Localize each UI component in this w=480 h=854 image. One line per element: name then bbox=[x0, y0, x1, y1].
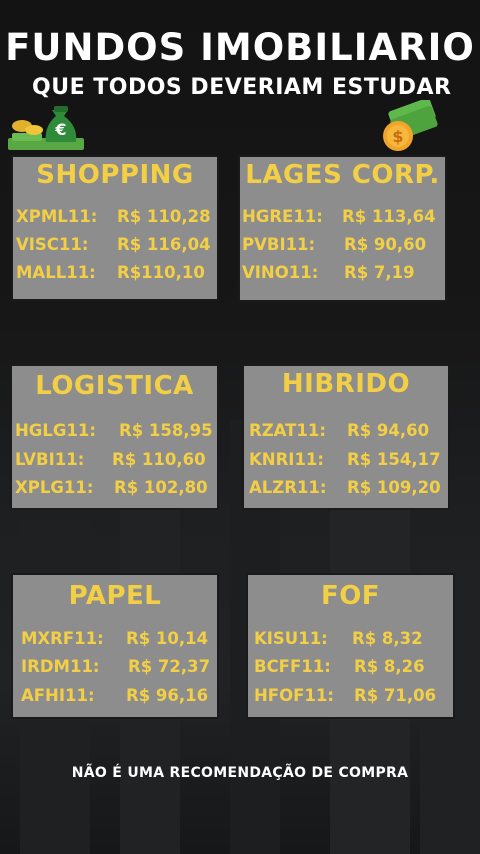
fund-price: R$ 72,37 bbox=[128, 657, 211, 676]
fund-ticker: XPML11: bbox=[16, 207, 98, 226]
fund-ticker: ALZR11: bbox=[249, 478, 327, 497]
fund-price: R$ 8,26 bbox=[354, 657, 425, 676]
fund-row: PVBI11: R$ 90,60 bbox=[240, 235, 445, 259]
fund-ticker: RZAT11: bbox=[249, 421, 326, 440]
fund-price: R$ 113,64 bbox=[342, 207, 436, 226]
fund-price: R$ 7,19 bbox=[344, 263, 415, 282]
euro-glyph: € bbox=[54, 120, 66, 139]
fund-price: R$ 116,04 bbox=[117, 235, 211, 254]
fund-row: HGLG11: R$ 158,95 bbox=[12, 421, 217, 445]
card-title: FOF bbox=[320, 581, 381, 611]
card-logistica: LOGISTICA HGLG11: R$ 158,95 LVBI11: R$ 1… bbox=[12, 366, 217, 508]
card-title: SHOPPING bbox=[36, 160, 194, 190]
fund-row: MXRF11: R$ 10,14 bbox=[13, 629, 217, 653]
card-title: PAPEL bbox=[68, 581, 162, 611]
fund-ticker: HGLG11: bbox=[15, 421, 96, 440]
card-fof: FOF KISU11: R$ 8,32 BCFF11: R$ 8,26 HFOF… bbox=[248, 575, 453, 717]
card-hibrido: HIBRIDO RZAT11: R$ 94,60 KNRI11: R$ 154,… bbox=[244, 366, 448, 508]
fund-price: R$ 71,06 bbox=[354, 686, 437, 705]
fund-ticker: KISU11: bbox=[254, 629, 328, 648]
fund-row: BCFF11: R$ 8,26 bbox=[248, 657, 453, 681]
disclaimer: NÃO É UMA RECOMENDAÇÃO DE COMPRA bbox=[71, 765, 409, 781]
fund-price: R$110,10 bbox=[117, 263, 205, 282]
fund-row: MALL11: R$110,10 bbox=[13, 263, 217, 287]
card-lages-corp: LAGES CORP. HGRE11: R$ 113,64 PVBI11: R$… bbox=[240, 157, 445, 300]
card-title: LOGISTICA bbox=[35, 371, 194, 401]
fund-row: ALZR11: R$ 109,20 bbox=[244, 478, 448, 502]
fund-row: KISU11: R$ 8,32 bbox=[248, 629, 453, 653]
fund-ticker: KNRI11: bbox=[249, 450, 324, 469]
fund-row: XPML11: R$ 110,28 bbox=[13, 207, 217, 231]
fund-row: KNRI11: R$ 154,17 bbox=[244, 450, 448, 474]
fund-row: HGRE11: R$ 113,64 bbox=[240, 207, 445, 231]
card-title: LAGES CORP. bbox=[245, 160, 440, 190]
fund-ticker: VINO11: bbox=[242, 263, 319, 282]
fund-ticker: VISC11: bbox=[16, 235, 89, 254]
fund-price: R$ 8,32 bbox=[352, 629, 423, 648]
fund-row: AFHI11: R$ 96,16 bbox=[13, 686, 217, 710]
fund-ticker: XPLG11: bbox=[15, 478, 94, 497]
fund-row: HFOF11: R$ 71,06 bbox=[248, 686, 453, 710]
fund-ticker: IRDM11: bbox=[21, 657, 100, 676]
fund-price: R$ 109,20 bbox=[347, 478, 441, 497]
money-dollar-icon: $ bbox=[374, 97, 438, 154]
fund-row: XPLG11: R$ 102,80 bbox=[12, 478, 217, 502]
card-papel: PAPEL MXRF11: R$ 10,14 IRDM11: R$ 72,37 … bbox=[13, 575, 217, 717]
fund-ticker: MXRF11: bbox=[21, 629, 104, 648]
fund-ticker: LVBI11: bbox=[15, 450, 85, 469]
fund-price: R$ 96,16 bbox=[126, 686, 209, 705]
fund-row: LVBI11: R$ 110,60 bbox=[12, 450, 217, 474]
fund-row: RZAT11: R$ 94,60 bbox=[244, 421, 448, 445]
fund-ticker: BCFF11: bbox=[254, 657, 331, 676]
fund-row: VISC11: R$ 116,04 bbox=[13, 235, 217, 259]
fund-price: R$ 110,60 bbox=[112, 450, 206, 469]
dollar-glyph: $ bbox=[392, 127, 403, 146]
fund-price: R$ 110,28 bbox=[117, 207, 211, 226]
fund-row: IRDM11: R$ 72,37 bbox=[13, 657, 217, 681]
fund-ticker: HGRE11: bbox=[242, 207, 323, 226]
page-title: FUNDOS IMOBILIARIO bbox=[5, 26, 475, 69]
fund-price: R$ 102,80 bbox=[114, 478, 208, 497]
fund-price: R$ 158,95 bbox=[119, 421, 213, 440]
page-subtitle: QUE TODOS DEVERIAM ESTUDAR bbox=[32, 75, 452, 100]
fund-ticker: MALL11: bbox=[16, 263, 96, 282]
fund-ticker: PVBI11: bbox=[242, 235, 316, 254]
fund-price: R$ 90,60 bbox=[344, 235, 427, 254]
fund-price: R$ 10,14 bbox=[126, 629, 209, 648]
fund-row: VINO11: R$ 7,19 bbox=[240, 263, 445, 287]
fund-price: R$ 94,60 bbox=[347, 421, 430, 440]
card-shopping: SHOPPING XPML11: R$ 110,28 VISC11: R$ 11… bbox=[13, 157, 217, 299]
fund-ticker: HFOF11: bbox=[254, 686, 334, 705]
money-bag-euro-icon: € bbox=[6, 102, 88, 152]
card-title: HIBRIDO bbox=[281, 369, 411, 399]
fund-price: R$ 154,17 bbox=[347, 450, 441, 469]
fund-ticker: AFHI11: bbox=[21, 686, 95, 705]
